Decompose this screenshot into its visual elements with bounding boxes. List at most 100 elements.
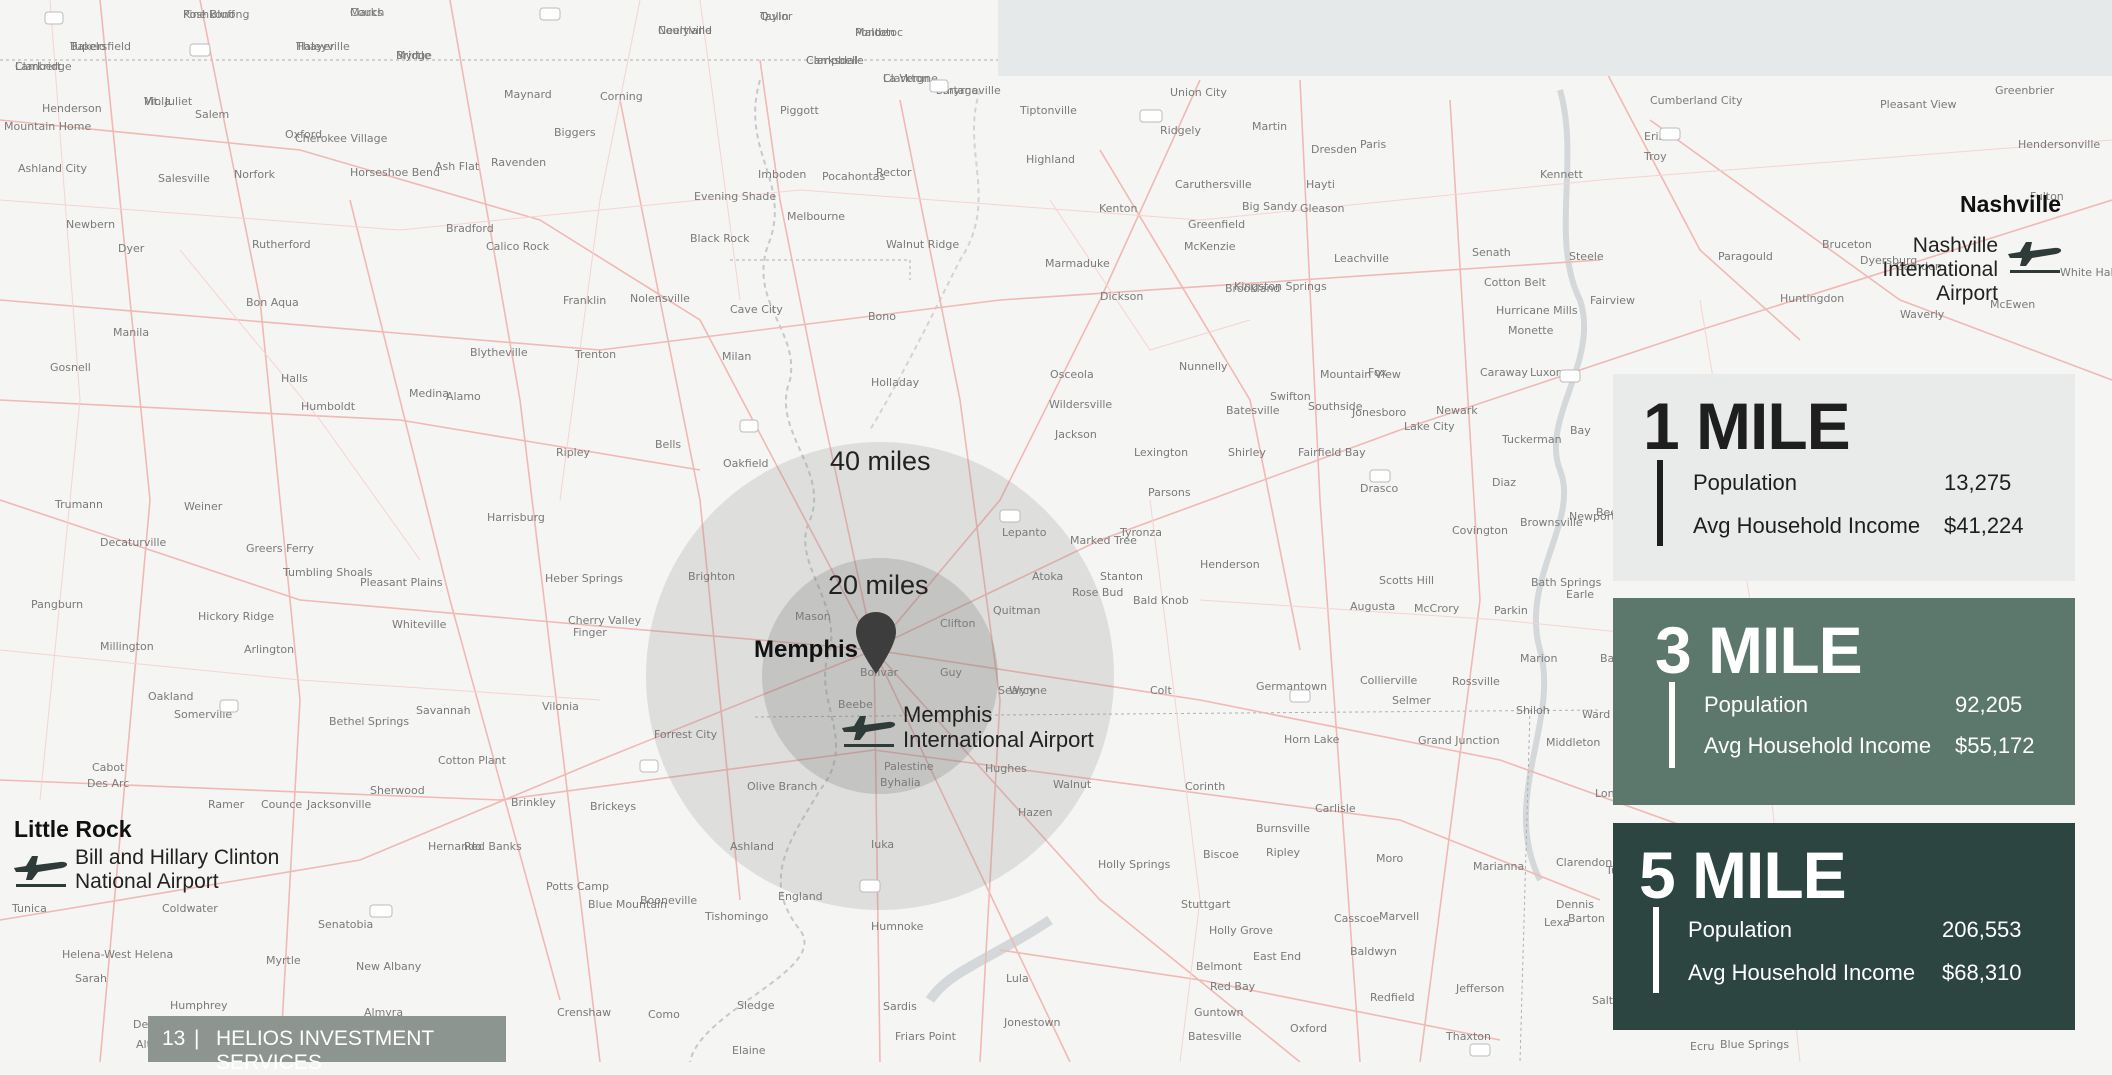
map-place-label: Calico Rock: [486, 240, 550, 253]
map-place-label: Cumberland City: [1650, 94, 1743, 107]
stat-title: 3 MILE: [1655, 613, 1863, 687]
map-place-label: Grand Junction: [1418, 734, 1500, 747]
map-place-label: Sherwood: [370, 784, 425, 797]
map-place-label: Selmer: [1392, 694, 1431, 707]
map-place-label: Belmont: [1196, 960, 1243, 973]
map-place-label: Oakfield: [723, 457, 769, 470]
airplane-icon: [842, 716, 896, 747]
map-place-label: Batesville: [1188, 1030, 1242, 1043]
airplane-icon: [2008, 242, 2062, 273]
map-place-label: Salesville: [158, 172, 210, 185]
map-place-label: Ecru: [1690, 1040, 1715, 1053]
map-place-label: Elaine: [732, 1044, 766, 1057]
map-place-label: Horseshoe Bend: [350, 166, 440, 179]
map-place-label: Coldwater: [162, 902, 218, 915]
map-place-label: Bay: [1570, 424, 1591, 437]
map-place-label: Nunnelly: [1179, 360, 1228, 373]
map-place-label: Oxford: [285, 128, 322, 141]
map-place-label: Jacksonville: [306, 798, 372, 811]
map-place-label: Sardis: [883, 1000, 917, 1013]
map-place-label: Paris: [1360, 138, 1386, 151]
map-place-label: Collierville: [1360, 674, 1418, 687]
map-place-label: Courtland: [658, 24, 712, 37]
map-place-label: Bon Aqua: [246, 296, 299, 309]
map-place-label: Finger: [573, 626, 607, 639]
map-place-label: Cave City: [730, 303, 783, 316]
map-place-label: Humnoke: [871, 920, 924, 933]
map-place-label: Biscoe: [1203, 848, 1239, 861]
map-place-label: Decaturville: [100, 536, 167, 549]
map-place-label: Palestine: [884, 760, 934, 773]
map-place-label: Corning: [600, 90, 643, 103]
map-place-label: Lepanto: [1002, 526, 1047, 539]
map-place-label: Arlington: [244, 643, 294, 656]
map-place-label: Cotton Plant: [438, 754, 507, 767]
map-place-label: Waverly: [1900, 308, 1945, 321]
map-pin-icon[interactable]: [854, 610, 898, 676]
map-place-label: Weiner: [184, 500, 223, 513]
map-place-label: Halls: [281, 372, 308, 385]
map-place-label: Lula: [1006, 972, 1029, 985]
map-place-label: Dyer: [118, 242, 145, 255]
header-blank-panel: [998, 0, 2112, 76]
map-place-label: Pontotoc: [855, 26, 903, 39]
map-place-label: Jackson: [1054, 428, 1097, 441]
stat-value-population: 92,205: [1955, 692, 2023, 717]
map-place-label: Pangburn: [31, 598, 83, 611]
map-place-label: Iuka: [871, 838, 894, 851]
map-place-label: Ramer: [208, 798, 245, 811]
map-place-label: Middleton: [1546, 736, 1600, 749]
stat-value-population: 13,275: [1944, 470, 2012, 495]
stat-divider-bar: [1657, 460, 1663, 546]
map-place-label: Heber Springs: [545, 572, 623, 585]
map-place-label: New Albany: [356, 960, 422, 973]
map-place-label: Lambert: [15, 60, 62, 73]
map-place-label: Mason: [795, 610, 831, 623]
stat-box-1-mile: 1 MILE Population 13,275 Avg Household I…: [1613, 374, 2075, 581]
map-place-label: Troy: [1643, 150, 1667, 163]
map-place-label: Covington: [1452, 524, 1508, 537]
map-place-label: Ash Flat: [435, 160, 480, 173]
map-place-label: Burnsville: [1256, 822, 1310, 835]
map-place-label: Red Banks: [464, 840, 522, 853]
map-place-label: Walnut: [1053, 778, 1092, 791]
stat-title: 5 MILE: [1639, 838, 1847, 912]
map-place-label: Tupelo: [69, 40, 106, 53]
map-place-label: Lexington: [1134, 446, 1188, 459]
map-place-label: Southside: [1308, 400, 1363, 413]
airport-label-memphis-line2: International Airport: [903, 727, 1094, 753]
map-place-label: Cabot: [92, 761, 125, 774]
stat-label-avg-income: Avg Household Income: [1693, 513, 1921, 538]
map-place-label: Gleason: [1300, 202, 1345, 215]
company-name: HELIOS INVESTMENT SERVICES: [216, 1027, 434, 1074]
map-place-label: Myrtle: [266, 954, 301, 967]
map-place-label: Manila: [113, 326, 149, 339]
map-place-label: Ashland City: [18, 162, 88, 175]
map-place-label: Carlisle: [1315, 802, 1356, 815]
map-place-label: Oxford: [1290, 1022, 1327, 1035]
map-place-label: Wynne: [1009, 684, 1047, 697]
map-place-label: Humboldt: [301, 400, 356, 413]
map-place-label: Bald Knob: [1133, 594, 1189, 607]
map-place-label: Brighton: [688, 570, 735, 583]
map-place-label: Haleyville: [296, 40, 350, 53]
map-place-label: Trumann: [54, 498, 103, 511]
map-place-label: Holladay: [871, 376, 920, 389]
map-place-label: Paragould: [1718, 250, 1773, 263]
map-place-label: Atoka: [1032, 570, 1063, 583]
map-place-label: Hughes: [985, 762, 1027, 775]
map-place-label: Piggott: [780, 104, 819, 117]
map-place-label: Earle: [1566, 588, 1594, 601]
map-place-label: Biggers: [554, 126, 596, 139]
map-place-label: Leachville: [1334, 252, 1389, 265]
map-place-label: Monette: [1508, 324, 1554, 337]
map-place-label: Maynard: [504, 88, 552, 101]
page-number: 13: [162, 1027, 186, 1050]
map-place-label: Henderson: [42, 102, 102, 115]
map-place-label: Shiloh: [1516, 704, 1550, 717]
map-place-label: Moro: [1376, 852, 1404, 865]
stat-box-3-mile: 3 MILE Population 92,205 Avg Household I…: [1613, 598, 2075, 805]
page-footer: 13 | HELIOS INVESTMENT SERVICES: [148, 1016, 506, 1074]
map-place-label: Medina: [409, 387, 449, 400]
airport-label-memphis-line1: Memphis: [903, 702, 993, 727]
